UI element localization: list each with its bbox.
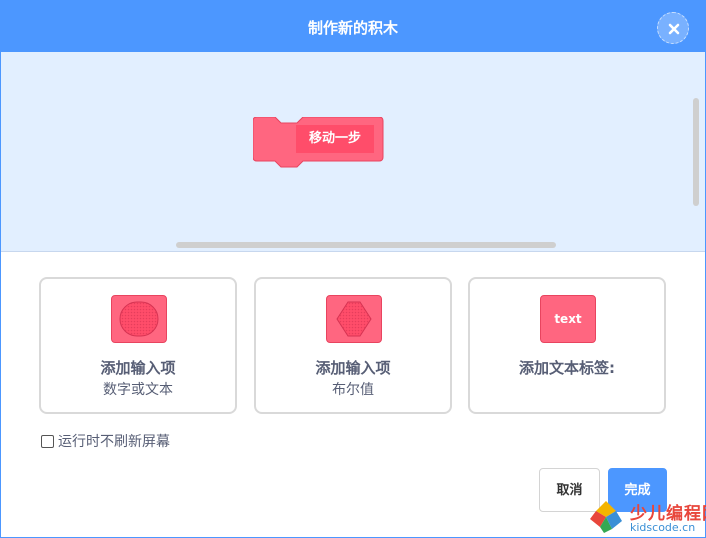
dialog-title: 制作新的积木 [307,19,398,37]
label-text-icon: text [540,295,596,343]
add-label-text-button[interactable]: text 添加文本标签: [468,277,666,414]
add-boolean-input-button[interactable]: 添加输入项 布尔值 [254,277,452,414]
run-without-refresh-label[interactable]: 运行时不刷新屏幕 [58,432,258,452]
option-title: 添加输入项 [315,359,391,377]
kidscode-logo-icon [590,501,622,533]
horizontal-scrollbar[interactable] [176,242,556,248]
vertical-scrollbar[interactable] [693,98,699,206]
close-icon [668,23,680,35]
block-name-input[interactable]: 移动一步 [296,125,374,153]
block-preview-workspace[interactable]: 移动一步 [1,52,705,252]
number-text-input-icon [111,295,167,343]
label-icon-text: text [554,312,582,326]
dialog-header: 制作新的积木 [1,1,705,52]
run-without-refresh-checkbox[interactable] [41,435,54,448]
option-title: 添加文本标签: [519,359,615,377]
site-watermark: 少儿编程网 kidscode.cn [586,495,706,538]
make-block-dialog: 制作新的积木 移动一步 添加输入项 数字或文本 添加输入项 布尔值 text 添… [0,0,706,538]
option-title: 添加输入项 [100,359,176,377]
option-subtitle: 数字或文本 [103,382,173,398]
close-button[interactable] [657,12,689,44]
add-number-text-input-button[interactable]: 添加输入项 数字或文本 [39,277,237,414]
watermark-url: kidscode.cn [630,521,696,534]
boolean-input-icon [326,295,382,343]
option-subtitle: 布尔值 [332,382,374,398]
